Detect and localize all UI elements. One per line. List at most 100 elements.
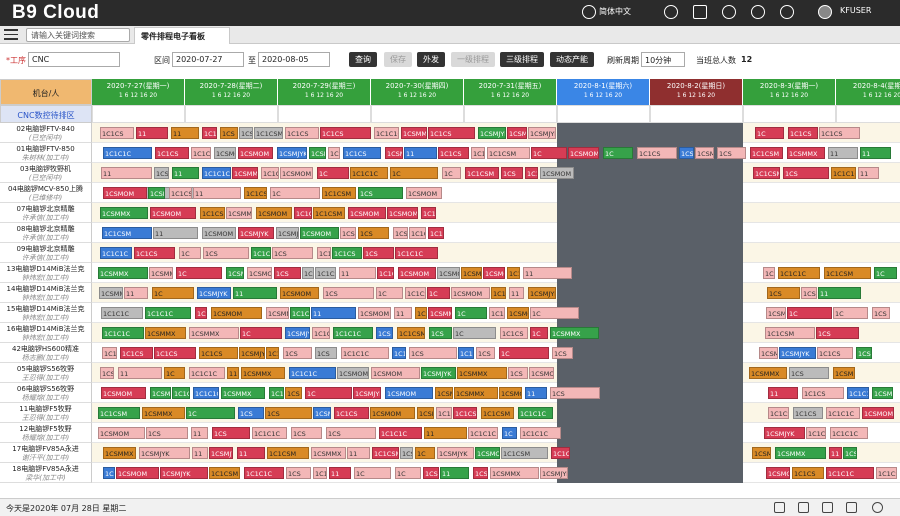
schedule-task-bar[interactable]: 1CSMJYK	[148, 187, 165, 199]
schedule-task-bar[interactable]: 1C1CS	[266, 347, 279, 359]
schedule-task-bar[interactable]: 11	[858, 167, 879, 179]
schedule-task-bar[interactable]: 1C1C1C	[251, 247, 271, 259]
schedule-task-bar[interactable]: 1CS	[767, 287, 800, 299]
schedule-task-bar[interactable]: 1CS	[146, 427, 188, 439]
schedule-task-bar[interactable]: 1C1CS	[317, 247, 331, 259]
schedule-task-bar[interactable]: 1CSMJYK	[478, 127, 506, 139]
schedule-task-bar[interactable]: 1C1CS	[312, 327, 330, 339]
schedule-task-bar[interactable]: 1CSMJYK	[285, 327, 310, 339]
schedule-task-bar[interactable]: 1C	[395, 467, 421, 479]
schedule-task-bar[interactable]: 1CS	[274, 267, 301, 279]
schedule-task-bar[interactable]: 11	[311, 307, 356, 319]
schedule-task-bar[interactable]: 1CSMJYK	[461, 267, 482, 279]
schedule-task-bar[interactable]: 1CSMOM	[862, 407, 894, 419]
schedule-task-bar[interactable]: 1C1C1C	[191, 147, 211, 159]
schedule-task-bar[interactable]: 1CSMMX	[775, 447, 826, 459]
schedule-task-bar[interactable]: 1CSMOM	[101, 387, 146, 399]
schedule-task-bar[interactable]: 1C1C1C	[831, 167, 856, 179]
schedule-task-bar[interactable]: 1C1C1C	[520, 427, 561, 439]
schedule-task-bar[interactable]: 1C1C1C	[100, 247, 132, 259]
schedule-task-bar[interactable]: 11	[118, 367, 162, 379]
schedule-task-bar[interactable]: 1CSMJYK	[276, 227, 299, 239]
schedule-task-bar[interactable]: 1C1C1C	[252, 427, 287, 439]
schedule-task-bar[interactable]: 1C	[530, 307, 579, 319]
schedule-task-bar[interactable]: 1CSMOM	[247, 267, 272, 279]
schedule-task-bar[interactable]: 1CSMJYK	[195, 307, 207, 319]
schedule-task-bar[interactable]: 1C1CS	[817, 347, 853, 359]
play-icon[interactable]	[751, 5, 765, 19]
schedule-task-bar[interactable]: 1C	[354, 467, 391, 479]
schedule-task-bar[interactable]: 1C1C1C	[289, 367, 336, 379]
schedule-task-bar[interactable]: 11	[233, 287, 277, 299]
schedule-task-bar[interactable]: 1CSMJYK	[437, 447, 474, 459]
schedule-task-bar[interactable]: 1CSMOM	[116, 467, 159, 479]
help-icon[interactable]	[780, 5, 794, 19]
schedule-task-bar[interactable]: 1CS	[286, 467, 311, 479]
schedule-task-bar[interactable]: 1C1CS	[169, 187, 192, 199]
schedule-task-bar[interactable]: 1CSMOM	[98, 427, 145, 439]
schedule-task-bar[interactable]: 1C1CSM	[261, 167, 279, 179]
machine-label[interactable]: 17电脑锣FV85A永进 谢汗平(加工中)	[0, 443, 92, 463]
schedule-task-bar[interactable]: 1CS	[238, 407, 264, 419]
schedule-task-bar[interactable]: 1CS	[409, 347, 457, 359]
schedule-task-bar[interactable]: 1CS	[323, 287, 374, 299]
schedule-task-bar[interactable]: 11	[818, 287, 861, 299]
schedule-task-bar[interactable]: 1C1CS	[428, 227, 444, 239]
machine-label[interactable]: 13电脑锣D14MiB法兰克 钟炜宏(加工中)	[0, 263, 92, 283]
schedule-task-bar[interactable]: 1CS	[376, 327, 393, 339]
schedule-task-bar[interactable]: 1CS	[501, 167, 523, 179]
schedule-task-bar[interactable]: 1C	[179, 247, 201, 259]
schedule-task-bar[interactable]: 1C1CS	[471, 147, 485, 159]
schedule-task-bar[interactable]: 1CSMOM	[211, 307, 262, 319]
schedule-task-bar[interactable]: 1C1CS	[134, 247, 175, 259]
schedule-task-bar[interactable]: 1CS	[856, 347, 872, 359]
schedule-task-bar[interactable]: 1C1CSM	[322, 187, 356, 199]
machine-label[interactable]: 02电脑锣FTV-840 (已空闲中)	[0, 123, 92, 143]
schedule-task-bar[interactable]: 1CSMMX	[309, 147, 326, 159]
schedule-task-bar[interactable]: 1C1CSM	[551, 447, 570, 459]
pending-cell[interactable]	[650, 105, 743, 123]
schedule-task-bar[interactable]: 1CSMOM	[483, 267, 505, 279]
schedule-task-bar[interactable]: 1CSMMX	[759, 347, 778, 359]
schedule-task-bar[interactable]: 1C	[240, 327, 282, 339]
schedule-task-bar[interactable]: 1C1CS	[285, 127, 319, 139]
schedule-task-bar[interactable]: 1C1CS	[334, 407, 369, 419]
schedule-task-bar[interactable]: 11	[153, 227, 198, 239]
schedule-task-bar[interactable]: 1CSMJYK	[421, 367, 456, 379]
schedule-task-bar[interactable]: 1C1CSM	[501, 447, 548, 459]
machine-label[interactable]: 14电脑锣D14MiB法兰克 钟炜宏(加工中)	[0, 283, 92, 303]
schedule-task-bar[interactable]: 1C1CSM	[98, 407, 140, 419]
avatar[interactable]	[818, 5, 832, 19]
schedule-task-bar[interactable]: 1C1C1C	[172, 387, 190, 399]
schedule-task-bar[interactable]: 1C1CS	[428, 127, 475, 139]
schedule-task-bar[interactable]: 1CSMOM	[437, 267, 460, 279]
schedule-task-bar[interactable]: 1CSMJYK	[226, 267, 244, 279]
schedule-task-bar[interactable]: 1CS	[285, 387, 302, 399]
schedule-task-bar[interactable]: 11	[424, 427, 467, 439]
menu-icon[interactable]	[4, 29, 18, 40]
schedule-task-bar[interactable]: 1CSMJYK	[197, 287, 231, 299]
schedule-task-bar[interactable]: 1CSMOM	[371, 367, 420, 379]
schedule-task-bar[interactable]: 11	[192, 447, 208, 459]
refresh-select[interactable]: 10分钟	[641, 52, 685, 67]
schedule-task-bar[interactable]: 1CSMOM	[406, 187, 442, 199]
schedule-task-bar[interactable]: 1C1CSM	[765, 327, 815, 339]
schedule-task-bar[interactable]: 11	[525, 387, 547, 399]
user-name[interactable]: KFUSER	[840, 6, 871, 15]
schedule-task-bar[interactable]: 1C1CSM	[453, 407, 477, 419]
schedule-task-bar[interactable]: 1C1CS	[320, 127, 371, 139]
schedule-task-bar[interactable]: 1C1CSM	[372, 447, 399, 459]
schedule-task-bar[interactable]: 1C1C1C	[313, 467, 327, 479]
machine-label[interactable]: 03电脑锣牧野机 (已空闲中)	[0, 163, 92, 183]
schedule-task-bar[interactable]: 1C1C1C	[778, 267, 820, 279]
date-to-input[interactable]: 2020-08-05	[258, 52, 330, 67]
schedule-task-bar[interactable]: 1CS	[550, 387, 600, 399]
music-icon[interactable]	[822, 502, 833, 513]
schedule-task-bar[interactable]: 1C1CSM	[753, 167, 780, 179]
schedule-task-bar[interactable]: 1CSMOM	[385, 387, 433, 399]
machine-label[interactable]: 16电脑锣D14MiB法兰克 钟炜宏(加工中)	[0, 323, 92, 343]
schedule-task-bar[interactable]: 1C1C1C	[269, 387, 284, 399]
schedule-task-bar[interactable]: 1C1C1C	[518, 407, 553, 419]
schedule-task-bar[interactable]: 1CSMJYK	[160, 467, 208, 479]
schedule-task-bar[interactable]: 1C1C1C	[468, 427, 498, 439]
